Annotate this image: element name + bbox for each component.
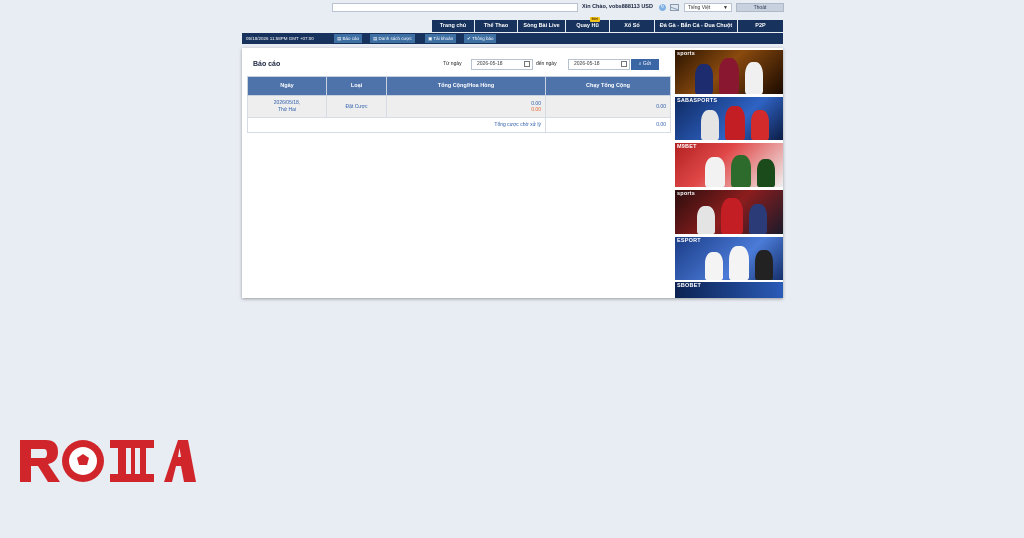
from-date-input[interactable]: 2026-05-18	[471, 59, 533, 70]
banner-m9bet[interactable]: M9BET	[675, 143, 783, 187]
player-figure	[705, 157, 725, 187]
page-title: Báo cáo	[253, 61, 281, 68]
subnav-report-label: Báo cáo	[342, 36, 360, 41]
player-figure	[705, 252, 723, 280]
col-header-running-total: Chạy Tổng Cộng	[545, 76, 671, 96]
banner-sports-2[interactable]: sports	[675, 190, 783, 234]
top-search-input[interactable]	[332, 3, 578, 12]
roma-logo	[20, 440, 196, 482]
col-header-total-commission: Tổng Cộng/Hoa Hồng	[386, 76, 546, 96]
tab-p2p[interactable]: P2P	[738, 20, 783, 32]
server-time: 05/18/2026 11:58PM GMT +07:00	[246, 36, 314, 41]
row-date-cell[interactable]: 2026/05/18, Thứ Hai	[247, 95, 327, 118]
row-type[interactable]: Đặt Cược	[326, 95, 387, 118]
from-date-value: 2026-05-18	[477, 61, 503, 67]
tab-home[interactable]: Trang chủ	[432, 20, 475, 32]
row-weekday: Thứ Hai	[277, 106, 297, 113]
logout-button[interactable]: Thoát	[736, 3, 784, 12]
banner-label: SBOBET	[677, 283, 702, 289]
table-row: 2026/05/18, Thứ Hai Đặt Cược 0.00 0.00 0…	[247, 95, 671, 118]
currency: USD	[641, 4, 653, 10]
new-badge: Mới	[589, 17, 600, 22]
promo-banners: sports SABASPORTS M9BET sports ESPORT SB…	[675, 50, 783, 298]
tab-slots[interactable]: Quay Hũ Mới	[566, 17, 610, 32]
player-figure	[745, 62, 763, 94]
tab-sports[interactable]: Thể Thao	[475, 20, 518, 32]
mail-icon[interactable]	[670, 4, 679, 11]
subnav-account-label: Tài khoản	[433, 36, 454, 41]
pending-row: Tổng cược chờ xử lý 0.00	[247, 117, 671, 133]
player-figure	[751, 110, 769, 140]
row-date[interactable]: 2026/05/18,	[248, 100, 326, 107]
row-total-cell: 0.00 0.00	[386, 95, 546, 118]
player-figure	[701, 110, 719, 140]
subnav-bet-list-label: Danh sách cược	[378, 36, 412, 41]
tab-lottery[interactable]: Xổ Số	[610, 20, 655, 32]
tab-cockfight-fishing[interactable]: Đá Gà - Bắn Cá - Đua Chuột	[655, 20, 738, 32]
banner-label: sports	[677, 191, 696, 197]
player-figure	[721, 198, 743, 234]
username: vobs888113	[608, 4, 640, 10]
sub-nav: 05/18/2026 11:58PM GMT +07:00 ▤ Báo cáo …	[242, 33, 783, 44]
col-header-type: Loại	[326, 76, 387, 96]
content-panel: Báo cáo Từ ngày 2026-05-18 đến ngày 2026…	[242, 48, 783, 298]
col-header-date: Ngày	[247, 76, 327, 96]
to-date-label: đến ngày	[536, 61, 557, 67]
player-figure	[757, 159, 775, 187]
player-figure	[731, 155, 751, 187]
subnav-notice[interactable]: ✔ Thông báo	[464, 34, 497, 43]
player-figure	[695, 64, 713, 94]
banner-label: M9BET	[677, 144, 697, 150]
language-value: Tiếng Việt	[688, 5, 711, 11]
banner-sports-1[interactable]: sports	[675, 50, 783, 94]
pending-label[interactable]: Tổng cược chờ xử lý	[247, 117, 546, 133]
subnav-bet-list[interactable]: ▤ Danh sách cược	[370, 34, 415, 43]
row-commission: 0.00	[531, 106, 541, 113]
pending-value: 0.00	[545, 117, 671, 133]
subnav-report[interactable]: ▤ Báo cáo	[334, 34, 363, 43]
player-figure	[749, 204, 767, 234]
language-select[interactable]: Tiếng Việt ▼	[684, 3, 732, 12]
banner-label: SABASPORTS	[677, 98, 718, 104]
player-figure	[697, 206, 715, 234]
calendar-icon[interactable]	[621, 61, 627, 67]
subnav-notice-label: Thông báo	[471, 36, 494, 41]
row-running-total: 0.00	[545, 95, 671, 118]
welcome-text: Xin Chào, vobs888113 USD	[582, 3, 653, 12]
player-figure	[755, 250, 773, 280]
player-figure	[719, 58, 739, 94]
top-bar: Xin Chào, vobs888113 USD ↻ Tiếng Việt ▼ …	[332, 3, 784, 13]
calendar-icon[interactable]	[524, 61, 530, 67]
banner-saba[interactable]: SABASPORTS	[675, 97, 783, 140]
refresh-icon[interactable]: ↻	[659, 4, 666, 11]
send-button[interactable]: ⌕ Gửi	[631, 59, 659, 70]
banner-sbobet[interactable]: SBOBET	[675, 282, 783, 298]
tab-live-casino[interactable]: Sòng Bài Live	[518, 20, 566, 32]
player-figure	[729, 246, 749, 280]
from-date-label: Từ ngày	[443, 61, 462, 67]
chevron-down-icon: ▼	[723, 5, 728, 11]
banner-label: sports	[677, 51, 696, 57]
report-table: Ngày Loại Tổng Cộng/Hoa Hồng Chạy Tổng C…	[247, 76, 671, 133]
to-date-value: 2026-05-18	[574, 61, 600, 67]
subnav-account[interactable]: ▣ Tài khoản	[425, 34, 457, 43]
player-figure	[725, 106, 745, 140]
to-date-input[interactable]: 2026-05-18	[568, 59, 630, 70]
tab-slots-label: Quay Hũ	[576, 23, 599, 29]
main-nav: Trang chủ Thể Thao Sòng Bài Live Quay Hũ…	[432, 17, 783, 32]
banner-esport[interactable]: ESPORT	[675, 237, 783, 280]
send-label: Gửi	[642, 61, 652, 67]
banner-label: ESPORT	[677, 238, 701, 244]
welcome-prefix: Xin Chào,	[582, 4, 608, 10]
